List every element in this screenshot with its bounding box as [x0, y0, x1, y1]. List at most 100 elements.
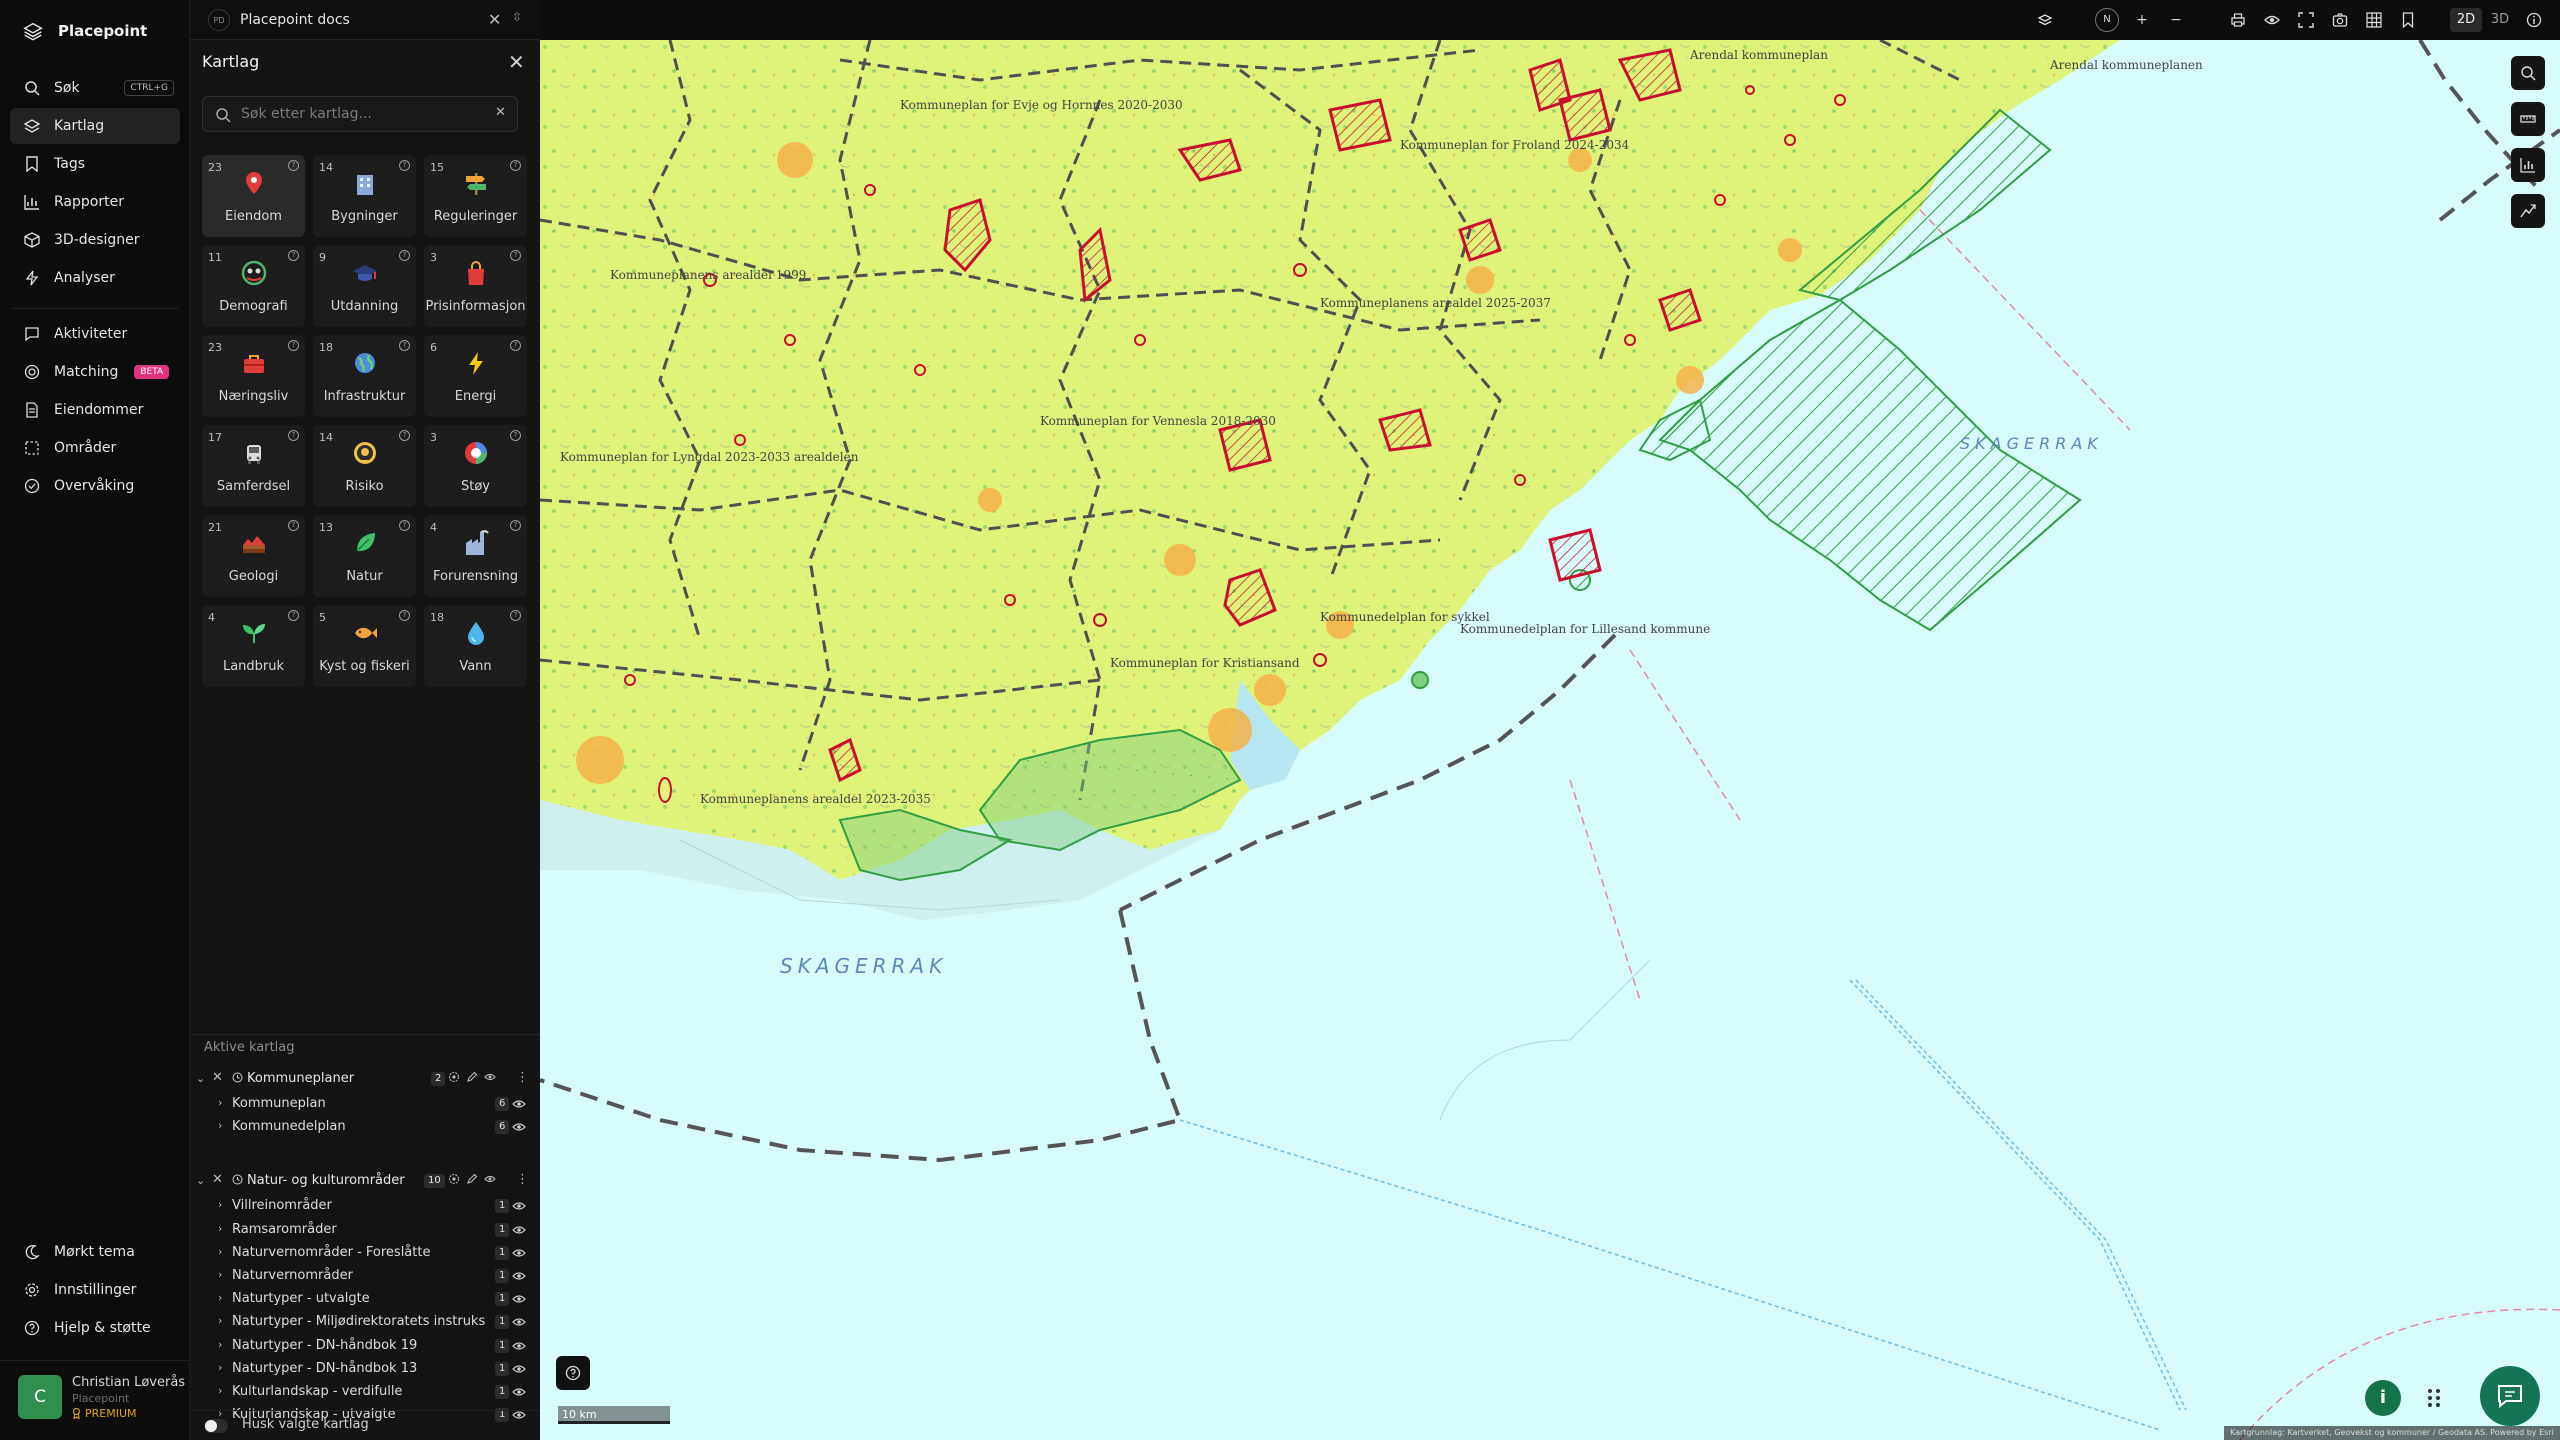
zoom-out-icon[interactable]: − [2166, 10, 2186, 30]
info-icon[interactable]: ? [510, 340, 521, 351]
category-tile-demografi[interactable]: 11? Demografi [202, 245, 305, 327]
chevron-right-icon[interactable]: › [218, 1314, 222, 1327]
layer-row[interactable]: › Kommunedelplan 6 [190, 1116, 540, 1139]
info-icon[interactable]: ? [288, 430, 299, 441]
info-icon[interactable]: ? [510, 250, 521, 261]
settings-icon[interactable] [448, 1071, 460, 1083]
map-tool-button[interactable] [2511, 56, 2545, 90]
layers-stack-icon[interactable] [2035, 10, 2055, 30]
info-icon[interactable]: ? [288, 610, 299, 621]
chat-button[interactable] [2480, 1366, 2540, 1426]
mode-2d-button[interactable]: 2D [2450, 8, 2482, 32]
chevron-down-icon[interactable]: ⌄ [196, 1072, 205, 1085]
layer-row[interactable]: › Villreinområder 1 [190, 1195, 540, 1218]
settings-icon[interactable] [448, 1173, 460, 1185]
category-tile-støy[interactable]: 3? Støy [424, 425, 527, 507]
info-icon[interactable]: ? [288, 520, 299, 531]
nav-item-settings[interactable]: Innstillinger [10, 1272, 180, 1308]
layer-row[interactable]: › Ramsarområder 1 [190, 1219, 540, 1242]
chevron-right-icon[interactable]: › [218, 1245, 222, 1258]
compass-icon[interactable]: N [2095, 8, 2119, 32]
layer-row[interactable]: › Naturvernområder - Foreslåtte 1 [190, 1242, 540, 1265]
info-icon[interactable]: ? [399, 430, 410, 441]
info-icon[interactable]: ? [510, 430, 521, 441]
nav-item-matching[interactable]: Matching BETA [10, 354, 180, 390]
eye-icon[interactable] [512, 1316, 526, 1328]
nav-item-rapporter[interactable]: Rapporter [10, 184, 180, 220]
eye-icon[interactable] [512, 1247, 526, 1259]
clear-search-icon[interactable]: ✕ [495, 105, 506, 120]
nav-item-3d-designer[interactable]: 3D-designer [10, 222, 180, 258]
category-tile-bygninger[interactable]: 14? Bygninger [313, 155, 416, 237]
close-panel-button[interactable]: ✕ [508, 50, 525, 74]
category-tile-eiendom[interactable]: 23? Eiendom [202, 155, 305, 237]
eye-icon[interactable] [512, 1340, 526, 1352]
eye-icon[interactable] [512, 1363, 526, 1375]
nav-item-kartlag[interactable]: Kartlag [10, 108, 180, 144]
category-tile-geologi[interactable]: 21? Geologi [202, 515, 305, 597]
info-icon[interactable]: ? [288, 340, 299, 351]
eye-icon[interactable] [484, 1173, 496, 1185]
eye-icon[interactable] [484, 1071, 496, 1083]
info-icon[interactable]: ? [399, 340, 410, 351]
map-tool-button[interactable] [2511, 102, 2545, 136]
eye-icon[interactable] [512, 1224, 526, 1236]
layer-search-input[interactable] [241, 103, 481, 125]
category-tile-infrastruktur[interactable]: 18? Infrastruktur [313, 335, 416, 417]
chevron-updown-icon[interactable]: ⇳ [512, 10, 522, 24]
chevron-right-icon[interactable]: › [218, 1198, 222, 1211]
drag-handle-icon[interactable] [2426, 1387, 2442, 1409]
nav-item-omrader[interactable]: Områder [10, 430, 180, 466]
eye-icon[interactable] [512, 1121, 526, 1133]
map-help-button[interactable] [556, 1356, 590, 1390]
camera-icon[interactable] [2330, 10, 2350, 30]
info-icon[interactable]: ? [288, 250, 299, 261]
category-tile-utdanning[interactable]: 9? Utdanning [313, 245, 416, 327]
nav-item-aktiviteter[interactable]: Aktiviteter [10, 316, 180, 352]
layer-row[interactable]: › Naturvernområder 1 [190, 1265, 540, 1288]
category-tile-risiko[interactable]: 14? Risiko [313, 425, 416, 507]
zoom-in-icon[interactable]: + [2132, 10, 2152, 30]
nav-item-search[interactable]: Søk CTRL+G [10, 70, 180, 106]
category-tile-prisinformasjon[interactable]: 3? Prisinformasjon [424, 245, 527, 327]
layer-row[interactable]: › Naturtyper - DN-håndbok 13 1 [190, 1358, 540, 1381]
category-tile-næringsliv[interactable]: 23? Næringsliv [202, 335, 305, 417]
mode-3d-button[interactable]: 3D [2484, 8, 2516, 32]
remove-icon[interactable]: ✕ [212, 1070, 223, 1085]
pencil-icon[interactable] [466, 1173, 478, 1185]
layer-group[interactable]: ⌄ ✕ Kommuneplaner 2 ⋮ [190, 1068, 540, 1092]
chevron-right-icon[interactable]: › [218, 1384, 222, 1397]
eye-icon[interactable] [512, 1098, 526, 1110]
info-icon[interactable]: ? [399, 610, 410, 621]
info-icon[interactable]: ? [288, 160, 299, 171]
eye-icon[interactable] [2262, 10, 2282, 30]
category-tile-vann[interactable]: 18? Vann [424, 605, 527, 687]
eye-icon[interactable] [512, 1200, 526, 1212]
fullscreen-icon[interactable] [2296, 10, 2316, 30]
info-icon[interactable]: ? [399, 250, 410, 261]
info-button[interactable]: i [2365, 1380, 2401, 1416]
category-tile-natur[interactable]: 13? Natur [313, 515, 416, 597]
chevron-right-icon[interactable]: › [218, 1119, 222, 1132]
nav-item-overvaking[interactable]: Overvåking [10, 468, 180, 504]
chevron-right-icon[interactable]: › [218, 1291, 222, 1304]
nav-item-help[interactable]: Hjelp & støtte [10, 1310, 180, 1346]
bookmark-icon[interactable] [2398, 10, 2418, 30]
grid-icon[interactable] [2364, 10, 2384, 30]
info-icon[interactable]: ? [399, 160, 410, 171]
eye-icon[interactable] [512, 1293, 526, 1305]
nav-item-dark-theme[interactable]: Mørkt tema [10, 1234, 180, 1270]
layer-row[interactable]: › Naturtyper - Miljødirektoratets instruk… [190, 1311, 540, 1334]
eye-icon[interactable] [512, 1270, 526, 1282]
close-icon[interactable]: ✕ [488, 10, 501, 29]
category-tile-reguleringer[interactable]: 15? Reguleringer [424, 155, 527, 237]
category-tile-energi[interactable]: 6? Energi [424, 335, 527, 417]
remember-layers-toggle[interactable] [204, 1419, 228, 1433]
nav-item-tags[interactable]: Tags [10, 146, 180, 182]
brand[interactable]: Placepoint [22, 20, 147, 42]
category-tile-kyst-og-fiskeri[interactable]: 5? Kyst og fiskeri [313, 605, 416, 687]
layer-row[interactable]: › Kulturlandskap - verdifulle 1 [190, 1381, 540, 1404]
more-vertical-icon[interactable]: ⋮ [516, 1172, 529, 1187]
remove-icon[interactable]: ✕ [212, 1172, 223, 1187]
category-tile-landbruk[interactable]: 4? Landbruk [202, 605, 305, 687]
